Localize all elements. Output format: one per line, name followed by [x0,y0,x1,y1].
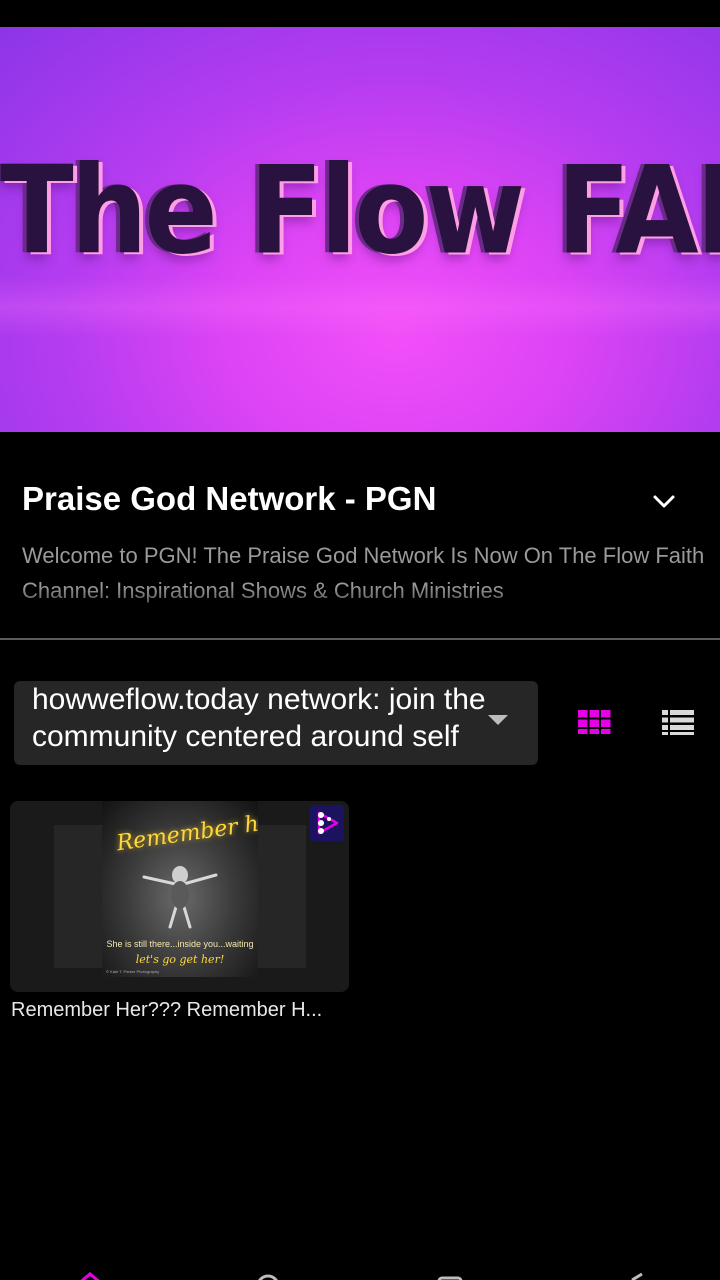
channel-title: Praise God Network - PGN [22,480,437,517]
network-dropdown-value: howweflow.today network: join the commun… [32,683,486,753]
dropdown-arrow-icon [488,715,508,725]
list-icon [662,710,694,735]
home-icon [80,1272,100,1280]
thumbnail-image: Remember her? She is still there...insid… [102,801,258,977]
video-title: Remember Her??? Remember H... [11,999,323,1021]
nav-item-settings[interactable] [612,1272,644,1280]
thumbnail-tagline: let's go get her! [135,953,225,966]
nav-item-library[interactable] [434,1272,466,1280]
network-dropdown[interactable]: howweflow.today network: join the commun… [14,681,538,765]
thumbnail-headline: Remember her? [115,806,258,857]
thumbnail-backdrop [54,825,102,968]
app-screen: The Flow FAITH Praise God Network - PGN … [0,0,720,1280]
expand-description-button[interactable] [646,484,682,520]
video-card[interactable]: Remember her? She is still there...insid… [10,801,350,1041]
grid-icon [578,710,611,734]
nav-item-search[interactable] [252,1272,284,1280]
thumbnail-credit: © Kate T. Parker Photography [106,969,160,974]
chevron-down-icon [653,495,675,508]
thumbnail-backdrop [258,825,306,968]
channel-description: Welcome to PGN! The Praise God Network I… [22,538,712,608]
play-logo-icon [317,811,339,835]
banner-title: The Flow FAITH [0,141,720,282]
list-view-button[interactable] [658,704,698,740]
channel-badge [310,805,344,841]
girl-figure-illustration [142,866,218,929]
settings-icon [631,1272,643,1280]
library-icon [437,1276,463,1280]
search-icon [258,1274,278,1280]
thumbnail-caption: She is still there...inside you...waitin… [106,939,254,949]
bottom-navigation [0,1262,720,1280]
section-divider [0,638,720,640]
channel-banner: The Flow FAITH [0,27,720,432]
video-thumbnail[interactable]: Remember her? She is still there...insid… [10,801,349,992]
nav-item-home[interactable] [74,1272,106,1280]
grid-view-button[interactable] [574,704,614,740]
status-bar [0,0,720,27]
